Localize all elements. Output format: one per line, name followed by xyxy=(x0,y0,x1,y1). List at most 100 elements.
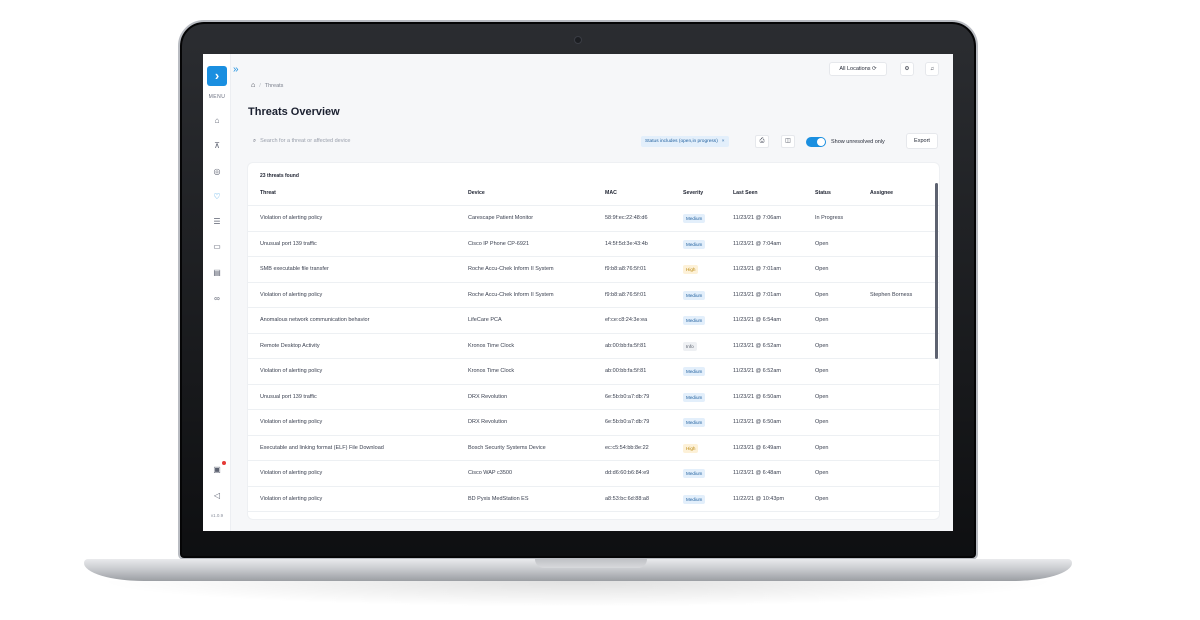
cell-device: Cisco WAP c3500 xyxy=(468,470,513,476)
cell-status: Open xyxy=(815,419,829,425)
cell-mac: 58:9f:ec:22:48:d6 xyxy=(605,215,648,221)
cell-status: Open xyxy=(815,342,829,349)
app-screen: › MENU ⌂ ⊼ ◎ ♡ ☰ ▭ ▤ ∞ ▣ ◁ v1.0.9 » All … xyxy=(203,54,953,531)
monitor-icon[interactable]: ▭ xyxy=(209,240,225,254)
notification-dot xyxy=(222,461,226,465)
breadcrumb: ⌂ / Threats xyxy=(251,82,283,90)
header-severity[interactable]: Severity xyxy=(683,190,703,196)
home-icon[interactable]: ⌂ xyxy=(209,114,225,128)
cell-device: DRX Revolution xyxy=(468,393,508,400)
header-last-seen[interactable]: Last Seen xyxy=(733,190,758,196)
shield-icon[interactable]: ♡ xyxy=(209,190,225,204)
table-row[interactable]: Violation of alerting policy Roche Accu-C… xyxy=(248,283,939,308)
table-row[interactable]: Violation of alerting policy BD Pyxis Med… xyxy=(248,487,939,512)
logo-chevron-icon[interactable]: › xyxy=(207,66,227,86)
table-scrollbar[interactable] xyxy=(935,183,938,359)
severity-badge: Medium xyxy=(683,494,706,504)
severity-badge: Medium xyxy=(683,214,706,223)
cell-status: Open xyxy=(815,317,829,323)
table-row[interactable]: Violation of alerting policy Cisco WAP c3… xyxy=(248,461,939,487)
locations-button[interactable]: All Locations ⟳ xyxy=(829,62,887,76)
cell-threat: Unusual port 139 traffic xyxy=(260,240,317,247)
cell-last-seen: 11/22/21 @ 10:43pm xyxy=(733,495,785,502)
cell-status: Open xyxy=(815,291,829,298)
severity-badge: Medium xyxy=(683,316,706,325)
cell-threat: Violation of alerting policy xyxy=(260,215,323,221)
close-icon[interactable]: × xyxy=(722,139,725,144)
header-mac[interactable]: MAC xyxy=(605,190,617,196)
cell-assignee: Stephen Borness xyxy=(870,291,913,298)
cell-threat: Anomalous network communication behavior xyxy=(260,317,370,323)
print-icon: ⎙ xyxy=(759,138,765,144)
target-icon[interactable]: ◎ xyxy=(209,165,225,179)
table-row[interactable]: Unusual port 139 traffic Cisco IP Phone C… xyxy=(248,232,939,257)
cell-device: Bosch Security Systems Device xyxy=(468,444,546,451)
cell-mac: ab:00:bb:fa:5f:81 xyxy=(605,368,647,374)
severity-badge: High xyxy=(683,443,699,453)
cell-mac: ec:c5:54:bb:8e:22 xyxy=(605,444,649,451)
version-label: v1.0.9 xyxy=(210,513,224,518)
cell-device: Kronos Time Clock xyxy=(468,342,515,349)
table-row[interactable]: Remote Desktop Activity Kronos Time Clock… xyxy=(248,334,939,359)
report-icon[interactable]: ▤ xyxy=(209,266,225,280)
header-status[interactable]: Status xyxy=(815,190,831,196)
table-row[interactable]: Violation of alerting policy Kronos Time … xyxy=(248,359,939,385)
search-input[interactable]: ⌕ Search for a threat or affected device xyxy=(253,136,453,146)
cell-threat: Violation of alerting policy xyxy=(260,419,323,425)
cell-status: Open xyxy=(815,444,829,451)
cell-mac: dd:d6:60:b6:84:e9 xyxy=(605,470,650,476)
cell-device: Roche Accu-Chek Inform II System xyxy=(468,291,554,298)
export-button[interactable]: Export xyxy=(906,133,938,149)
gear-icon: ⚙ xyxy=(904,66,910,72)
gift-icon[interactable]: ▣ xyxy=(209,463,225,477)
header-assignee[interactable]: Assignee xyxy=(870,190,893,196)
cell-last-seen: 11/23/21 @ 7:06am xyxy=(733,215,781,221)
cell-last-seen: 11/23/21 @ 6:50am xyxy=(733,419,781,425)
cell-threat: Violation of alerting policy xyxy=(260,291,323,298)
status-filter-chip[interactable]: Status includes (open,in progress) × xyxy=(641,136,729,147)
expand-menu-icon[interactable]: » xyxy=(233,64,239,76)
sidebar: › MENU ⌂ ⊼ ◎ ♡ ☰ ▭ ▤ ∞ ▣ ◁ v1.0.9 xyxy=(203,54,231,531)
table-row[interactable]: Executable and linking format (ELF) File… xyxy=(248,436,939,461)
cell-last-seen: 11/23/21 @ 7:01am xyxy=(733,291,781,298)
cell-last-seen: 11/23/21 @ 7:04am xyxy=(733,240,781,247)
network-icon[interactable]: ⊼ xyxy=(209,139,225,153)
columns-icon: ◫ xyxy=(785,138,791,144)
breadcrumb-home-icon[interactable]: ⌂ xyxy=(251,82,255,89)
notifications-button[interactable]: ♫ xyxy=(925,62,939,76)
print-button[interactable]: ⎙ xyxy=(755,135,769,148)
link-icon[interactable]: ∞ xyxy=(209,292,225,306)
table-row[interactable]: Anomalous network communication behavior… xyxy=(248,308,939,334)
database-icon[interactable]: ☰ xyxy=(209,215,225,229)
severity-badge: Medium xyxy=(683,418,706,427)
cell-status: Open xyxy=(815,240,829,247)
settings-button[interactable]: ⚙ xyxy=(900,62,914,76)
cell-threat: Unusual port 139 traffic xyxy=(260,393,317,400)
header-threat[interactable]: Threat xyxy=(260,190,276,196)
show-unresolved-toggle[interactable] xyxy=(806,137,826,147)
cell-mac: ef:ce:c8:24:3e:ea xyxy=(605,317,648,323)
breadcrumb-separator: / xyxy=(259,83,261,89)
header-device[interactable]: Device xyxy=(468,190,485,196)
table-row[interactable]: SMB executable file transfer Roche Accu-C… xyxy=(248,257,939,283)
table-row[interactable]: Violation of alerting policy Carescape Pa… xyxy=(248,206,939,232)
table-header: Threat Device MAC Severity Last Seen Sta… xyxy=(248,186,939,206)
threat-count: 23 threats found xyxy=(260,173,299,179)
severity-badge: Medium xyxy=(683,367,706,376)
locations-label: All Locations xyxy=(839,66,871,72)
cell-device: Cisco IP Phone CP-6921 xyxy=(468,240,530,247)
cell-device: BD Pyxis MedStation ES xyxy=(468,495,529,502)
search-placeholder: Search for a threat or affected device xyxy=(260,138,351,144)
table-row[interactable]: Violation of alerting policy DRX Revoluti… xyxy=(248,410,939,436)
megaphone-icon[interactable]: ◁ xyxy=(209,489,225,503)
refresh-icon: ⟳ xyxy=(872,66,877,72)
cell-threat: Violation of alerting policy xyxy=(260,470,323,476)
table-row[interactable]: Unusual port 139 traffic DRX Revolution 6e… xyxy=(248,385,939,410)
cell-last-seen: 11/23/21 @ 6:52am xyxy=(733,368,781,374)
cell-mac: 14:5f:5d:3e:43:4b xyxy=(605,240,648,247)
cell-device: Kronos Time Clock xyxy=(468,368,515,374)
filter-chip-label: Status includes (open,in progress) xyxy=(645,139,718,144)
breadcrumb-current[interactable]: Threats xyxy=(265,83,284,89)
cell-mac: f9:b8:a8:76:5f:01 xyxy=(605,291,647,298)
columns-button[interactable]: ◫ xyxy=(781,135,795,148)
